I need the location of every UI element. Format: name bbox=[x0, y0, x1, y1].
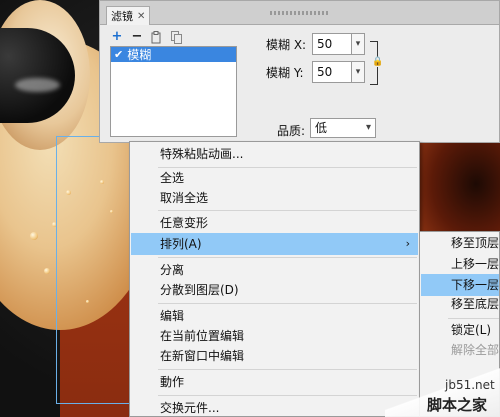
submenu-item-bring-forward[interactable]: 上移一层 bbox=[421, 253, 499, 275]
blur-x-field[interactable]: 50 bbox=[312, 33, 352, 55]
menu-separator bbox=[158, 369, 417, 370]
menu-separator bbox=[158, 303, 417, 304]
blur-x-label: 模糊 X: bbox=[266, 37, 307, 52]
blur-y-label: 模糊 Y: bbox=[266, 65, 304, 80]
lock-icon[interactable]: 🔒 bbox=[372, 57, 383, 67]
menu-item-edit[interactable]: 编辑 bbox=[131, 305, 418, 327]
context-menu: 特殊粘贴动画... 全选 取消全选 任意变形 排列(A) › 分离 分散到图层(… bbox=[129, 141, 420, 417]
chevron-down-icon[interactable]: ▾ bbox=[352, 61, 365, 83]
quality-value: 低 bbox=[315, 121, 328, 135]
paste-filter-icon[interactable] bbox=[150, 30, 164, 44]
remove-filter-icon[interactable]: − bbox=[130, 30, 144, 44]
chevron-down-icon: ▾ bbox=[365, 122, 371, 133]
selection-outline-bottom bbox=[56, 403, 130, 404]
menu-item-swap-symbol[interactable]: 交换元件... bbox=[131, 397, 418, 417]
menu-separator bbox=[158, 257, 417, 258]
menu-separator bbox=[158, 395, 417, 396]
close-icon[interactable]: ✕ bbox=[137, 8, 145, 25]
artwork-droplet bbox=[110, 210, 113, 213]
quality-select[interactable]: 低 ▾ bbox=[310, 118, 376, 138]
menu-item-distribute-to-layers[interactable]: 分散到图层(D) bbox=[131, 279, 418, 301]
chevron-down-icon[interactable]: ▾ bbox=[352, 33, 365, 55]
artwork-droplet bbox=[30, 232, 38, 240]
artwork-droplet bbox=[100, 180, 104, 184]
menu-item-arrange[interactable]: 排列(A) › bbox=[131, 233, 418, 255]
quality-label: 品质: bbox=[277, 124, 306, 138]
blur-y-row: 模糊 Y: 50 ▾ bbox=[266, 61, 365, 83]
menu-item-edit-in-place[interactable]: 在当前位置编辑 bbox=[131, 325, 418, 347]
submenu-item-unlock-all: 解除全部 bbox=[451, 343, 500, 357]
filter-panel: 滤镜 ✕ + − ✔ 模糊 模糊 X: 50 ▾ 模糊 Y: 50 ▾ 🔒 品质… bbox=[99, 0, 500, 143]
filter-list: ✔ 模糊 bbox=[110, 46, 237, 137]
menu-item-select-all[interactable]: 全选 bbox=[131, 167, 418, 189]
watermark-url: jb51.net bbox=[445, 378, 495, 392]
menu-item-actions[interactable]: 動作 bbox=[131, 371, 418, 393]
submenu-item-send-to-back[interactable]: 移至底层 bbox=[421, 293, 499, 315]
menu-separator bbox=[158, 210, 417, 211]
tab-label: 滤镜 bbox=[111, 9, 133, 23]
submenu-item-lock[interactable]: 锁定(L) bbox=[421, 319, 499, 341]
watermark-site-name: 脚本之家 bbox=[427, 396, 488, 414]
artwork-socket-highlight bbox=[15, 78, 60, 92]
menu-item-paste-special[interactable]: 特殊粘贴动画... bbox=[131, 143, 418, 165]
add-filter-icon[interactable]: + bbox=[110, 30, 124, 44]
filter-item-label: 模糊 bbox=[127, 48, 152, 62]
submenu-item-bring-to-front[interactable]: 移至顶层 bbox=[421, 232, 499, 254]
check-icon[interactable]: ✔ bbox=[114, 48, 123, 61]
filter-toolbar: + − bbox=[110, 30, 184, 44]
menu-item-deselect-all[interactable]: 取消全选 bbox=[131, 187, 418, 209]
artwork-droplet bbox=[44, 268, 50, 274]
blur-x-row: 模糊 X: 50 ▾ bbox=[266, 33, 365, 55]
chevron-right-icon: › bbox=[405, 237, 410, 250]
panel-grip[interactable] bbox=[270, 11, 330, 15]
menu-item-edit-in-new-window[interactable]: 在新窗口中编辑 bbox=[131, 345, 418, 367]
copy-filter-icon[interactable] bbox=[170, 30, 184, 44]
panel-header[interactable]: 滤镜 ✕ bbox=[100, 1, 499, 25]
artwork-droplet bbox=[86, 300, 89, 303]
blur-y-field[interactable]: 50 bbox=[312, 61, 352, 83]
tab-filters[interactable]: 滤镜 ✕ bbox=[106, 6, 151, 25]
selection-outline bbox=[56, 136, 58, 404]
menu-item-break-apart[interactable]: 分离 bbox=[131, 259, 418, 281]
filter-item-blur[interactable]: ✔ 模糊 bbox=[111, 47, 236, 62]
menu-item-free-transform[interactable]: 任意变形 bbox=[131, 212, 418, 234]
artwork-droplet bbox=[66, 190, 71, 195]
